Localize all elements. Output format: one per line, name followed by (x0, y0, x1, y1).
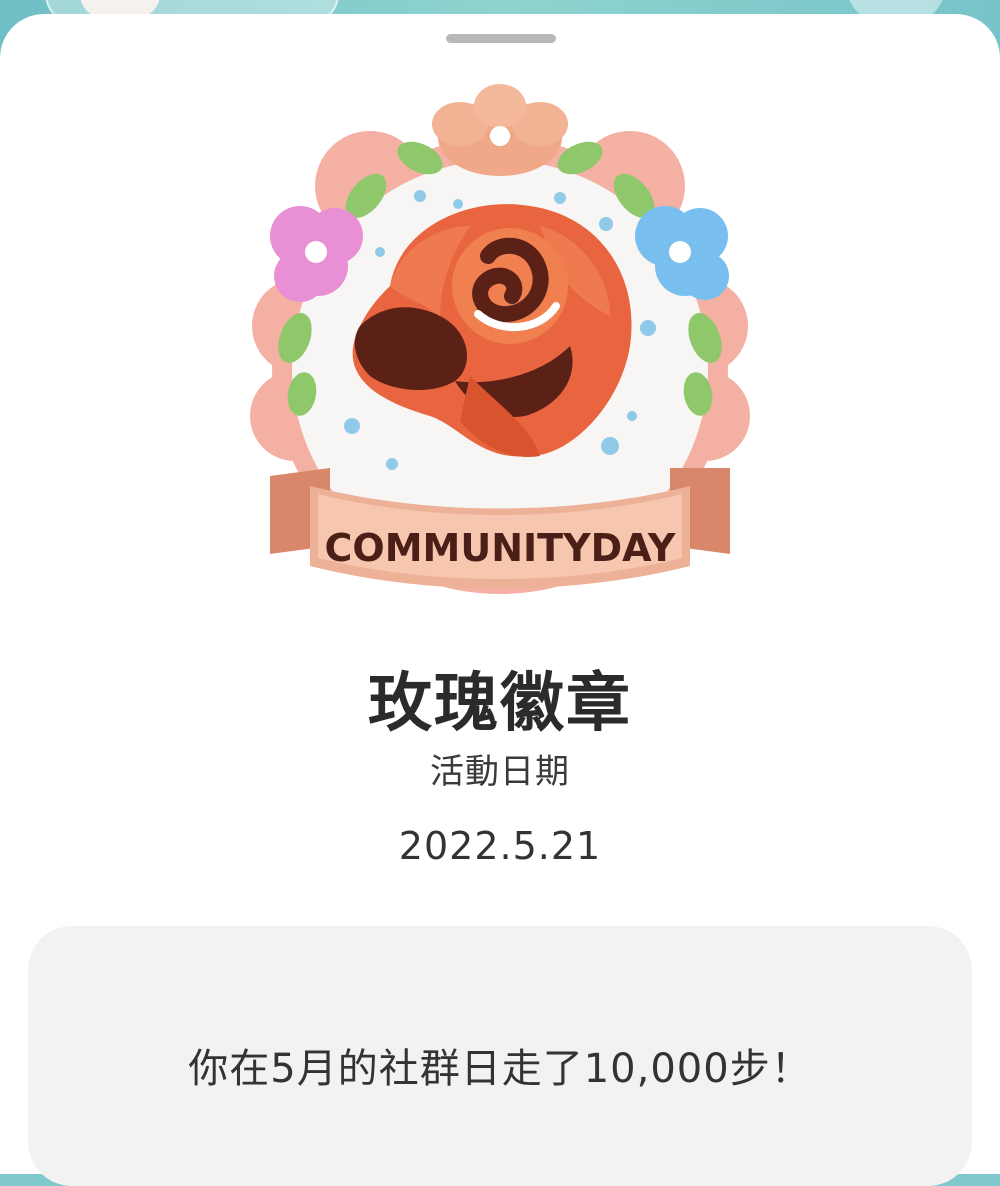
achievement-message-card: 你在5月的社群日走了10,000步！ (28, 926, 972, 1186)
rose-badge-icon: COMMUNITYDAY (250, 84, 750, 594)
badge-title: 玫瑰徽章 (368, 667, 632, 741)
event-date-value: 2022.5.21 (398, 824, 602, 868)
ribbon-text: COMMUNITYDAY (325, 526, 676, 570)
badge-crown (432, 84, 568, 176)
achievement-message: 你在5月的社群日走了10,000步！ (188, 1046, 812, 1092)
sheet-grabber-handle[interactable] (446, 34, 556, 43)
badge-detail-sheet: COMMUNITYDAY 玫瑰徽章 活動日期 2022.5.21 你在5月的社群… (0, 14, 1000, 1186)
event-date-label: 活動日期 (430, 752, 570, 792)
